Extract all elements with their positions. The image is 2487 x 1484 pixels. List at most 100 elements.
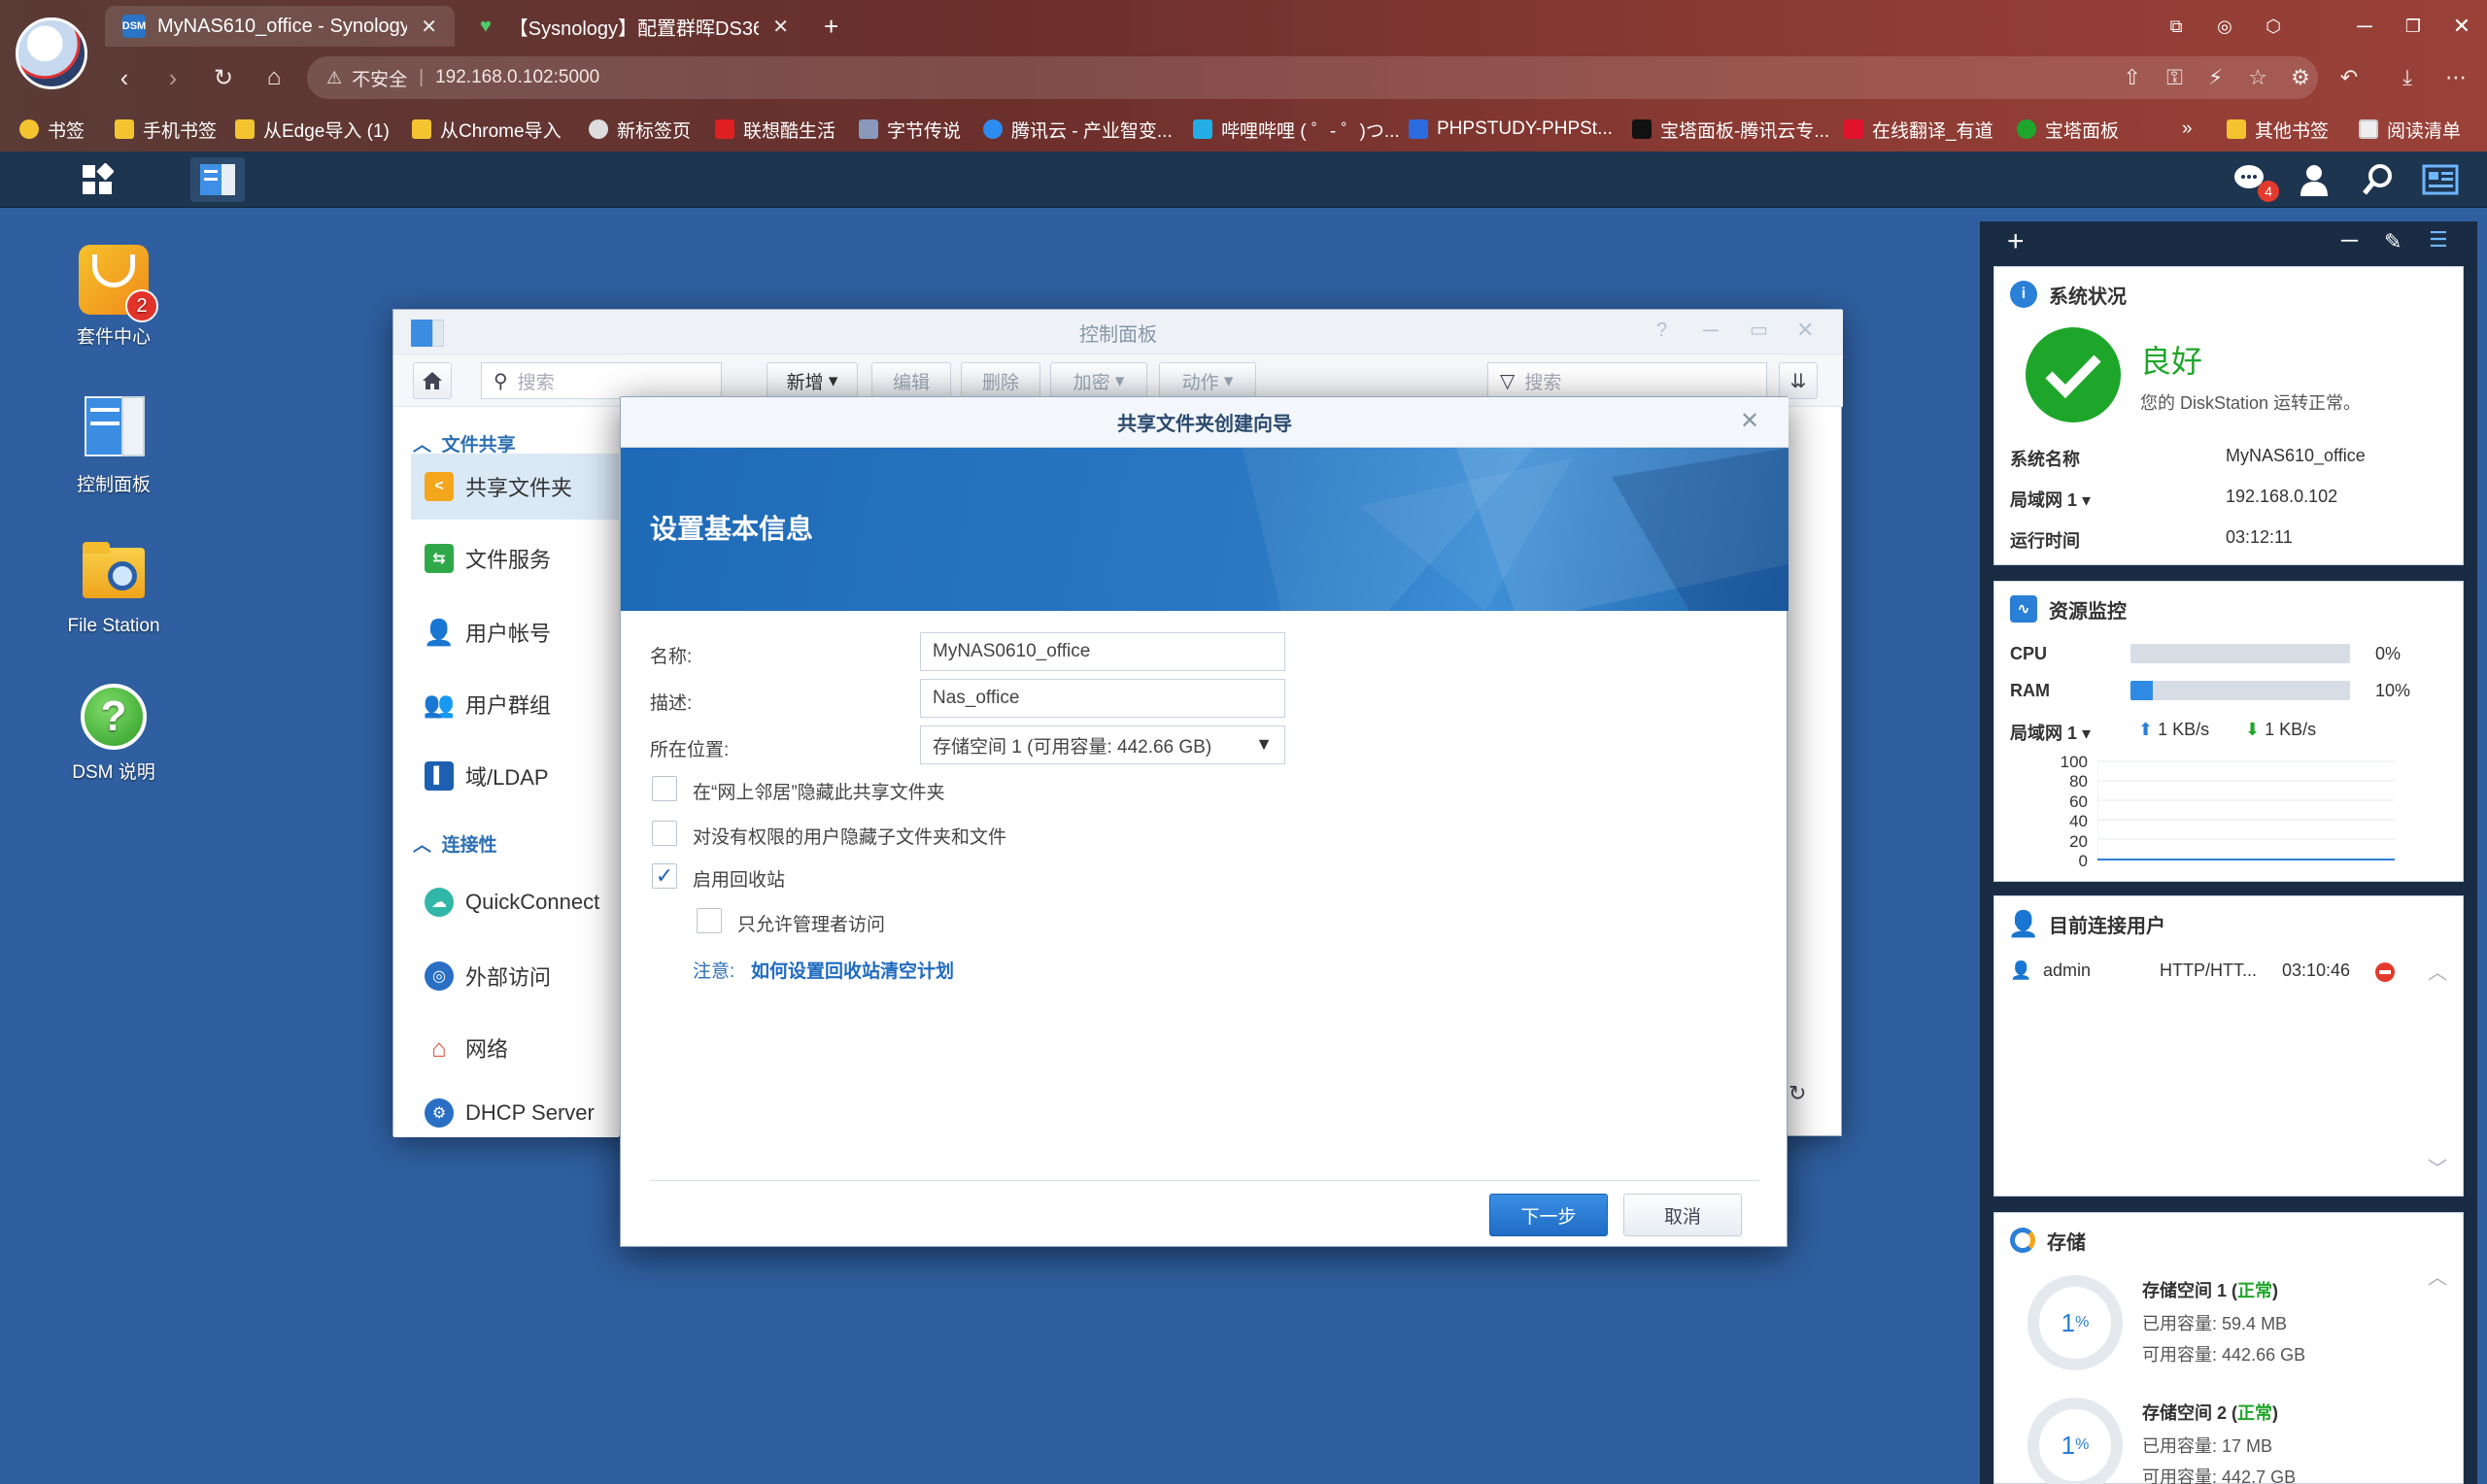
bookmark-item[interactable]: 其他书签 [2227, 115, 2329, 144]
scroll-up-icon[interactable]: ︿ [2428, 957, 2447, 985]
sidebar-item-dhcp[interactable]: ⚙ DHCP Server [411, 1089, 619, 1137]
sidebar-item-shared-folder[interactable]: < 共享文件夹 [411, 454, 619, 520]
collections-icon[interactable]: ⧉ [2157, 10, 2196, 43]
history-icon[interactable]: ↶ [2332, 60, 2367, 95]
close-window-icon[interactable]: ✕ [2442, 10, 2481, 43]
notifications-icon[interactable]: 4 [2225, 157, 2279, 202]
tab-favicon-icon: ♥ [479, 15, 492, 37]
minimize-window-icon[interactable]: ─ [1703, 318, 1719, 343]
admin-only-checkbox[interactable] [697, 908, 722, 933]
scroll-up-icon[interactable]: ︿ [2428, 1262, 2447, 1290]
sidebar-item-network[interactable]: ⌂ 网络 [411, 1015, 619, 1081]
pin-icon[interactable]: ✎ [2384, 229, 2402, 254]
sidebar-item-quickconnect[interactable]: ☁ QuickConnect [411, 869, 619, 935]
minimize-icon[interactable]: ─ [2345, 10, 2384, 43]
back-icon[interactable]: ‹ [107, 60, 142, 95]
new-button[interactable]: 新增 ▾ [767, 362, 858, 399]
description-field[interactable]: Nas_office [920, 679, 1285, 718]
filter-search-input[interactable]: ▽ 搜索 [1487, 362, 1767, 399]
maximize-window-icon[interactable]: ▭ [1750, 318, 1768, 342]
help-window-icon[interactable]: ? [1656, 320, 1667, 342]
delete-button[interactable]: 删除 [961, 362, 1040, 399]
recycle-bin-checkbox[interactable]: ✓ [652, 863, 677, 889]
bookmark-item[interactable]: 字节传说 [859, 115, 961, 144]
refresh-icon[interactable]: ↻ [1789, 1081, 1806, 1106]
close-window-icon[interactable]: ✕ [1796, 318, 1814, 343]
bookmark-item[interactable]: 哔哩哔哩 ( ゜- ゜)つ... [1193, 115, 1400, 144]
extension-icon[interactable]: ⬡ [2254, 10, 2293, 43]
next-button[interactable]: 下一步 [1489, 1194, 1608, 1236]
close-tab-icon[interactable]: ✕ [421, 15, 437, 39]
bookmark-item[interactable]: 手机书签 [115, 115, 217, 144]
home-icon[interactable]: ⌂ [256, 60, 291, 95]
bookmark-item[interactable]: 阅读清单 [2359, 115, 2461, 144]
cancel-button[interactable]: 取消 [1623, 1194, 1742, 1236]
sidebar-item-external-access[interactable]: ◎ 外部访问 [411, 943, 619, 1009]
section-connectivity[interactable]: ︿ 连接性 [413, 830, 497, 857]
widget-layout-icon[interactable]: ☰ [2429, 227, 2448, 253]
bookmark-item[interactable]: 宝塔面板-腾讯云专... [1632, 115, 1829, 144]
user-icon[interactable] [2287, 157, 2341, 202]
tab-sysnology[interactable]: ♥ 【Sysnology】配置群晖DS3615 ✕ [457, 6, 806, 47]
sidebar-item-user[interactable]: 👤 用户帐号 [411, 599, 619, 665]
security-label: 不安全 [352, 69, 408, 90]
add-widget-icon[interactable]: + [2007, 225, 2025, 258]
desktop-icon-file-station[interactable]: File Station [60, 538, 167, 637]
close-tab-icon[interactable]: ✕ [772, 15, 789, 39]
restore-icon[interactable]: ❐ [2394, 10, 2433, 43]
tab-dsm[interactable]: DSM MyNAS610_office - Synology D ✕ [105, 6, 455, 47]
search-icon[interactable] [2351, 157, 2405, 202]
widgets-toggle-icon[interactable] [2413, 157, 2468, 202]
desktop-icon-package-center[interactable]: 2 套件中心 [60, 245, 167, 349]
lan-selector[interactable]: 局域网 1 ▾ [2010, 720, 2091, 745]
hide-subfolders-checkbox[interactable] [652, 821, 677, 846]
bookmarks-overflow-button[interactable]: » [2182, 115, 2193, 144]
control-panel-taskbar-icon[interactable] [190, 157, 245, 202]
sidebar-item-domain-ldap[interactable]: ▌ 域/LDAP [411, 743, 619, 809]
wizard-title[interactable]: 共享文件夹创建向导 [621, 397, 1789, 448]
reload-icon[interactable]: ↻ [206, 60, 241, 95]
chart-y-axis: 100 80 60 40 20 0 [2060, 753, 2088, 871]
sidebar-item-group[interactable]: 👥 用户群组 [411, 671, 619, 737]
scroll-down-icon[interactable]: ﹀ [2428, 1153, 2447, 1181]
address-bar[interactable]: ⚠ 不安全 | 192.168.0.102:5000 ⇧⚿⚡☆ [307, 56, 2318, 99]
bookmark-item[interactable]: 腾讯云 - 产业智变... [983, 115, 1173, 144]
download-icon[interactable]: ⤓ [2390, 60, 2425, 95]
location-select[interactable]: 存储空间 1 (可用容量: 442.66 GB) ▼ [920, 725, 1285, 764]
bookmark-item[interactable]: 从Chrome导入 [412, 115, 562, 144]
more-icon[interactable]: ⋯ [2438, 60, 2473, 95]
extensions-icon[interactable]: ⚙ [2283, 60, 2318, 95]
bookmark-item[interactable]: 在线翻译_有道 [1844, 115, 1993, 144]
row-key[interactable]: 局域网 1 ▾ [2010, 487, 2091, 512]
bookmark-item[interactable]: 从Edge导入 (1) [235, 115, 390, 144]
control-panel-titlebar[interactable]: 控制面板 ? ─ ▭ ✕ [393, 310, 1843, 354]
recycle-schedule-link[interactable]: 如何设置回收站清空计划 [751, 957, 954, 983]
bookmark-item[interactable]: PHPSTUDY-PHPSt... [1409, 115, 1613, 144]
section-file-sharing[interactable]: ︿ 文件共享 [413, 430, 516, 456]
new-tab-button[interactable]: + [806, 6, 856, 47]
encrypt-button[interactable]: 加密 ▾ [1050, 362, 1147, 399]
name-field[interactable]: MyNAS0610_office [920, 632, 1285, 671]
resource-monitor-widget: ∿ 资源监控 CPU 0% RAM 10% 局域网 1 ▾ ⬆ 1 KB/s ⬇… [1993, 581, 2464, 882]
close-dialog-icon[interactable]: ✕ [1740, 407, 1759, 435]
collapse-widgets-icon[interactable]: ─ [2341, 227, 2358, 254]
bookmark-item[interactable]: 联想酷生活 [715, 115, 835, 144]
sort-button[interactable]: ⇊ [1779, 362, 1818, 399]
hide-network-checkbox[interactable] [652, 776, 677, 801]
disconnect-user-icon[interactable] [2375, 962, 2395, 982]
action-button[interactable]: 动作 ▾ [1159, 362, 1256, 399]
bookmark-item[interactable]: 新标签页 [589, 115, 691, 144]
desktop-icon-dsm-help[interactable]: ? DSM 说明 [60, 684, 167, 784]
folder-icon [235, 119, 255, 139]
edit-button[interactable]: 编辑 [871, 362, 951, 399]
address-actions-icon[interactable]: ⇧⚿⚡☆ [2124, 65, 2293, 90]
desktop-icon-control-panel[interactable]: 控制面板 [60, 392, 167, 496]
forward-icon[interactable]: › [155, 60, 190, 95]
sidebar-item-file-services[interactable]: ⇆ 文件服务 [411, 525, 619, 591]
bookmark-item[interactable]: 书签 [19, 115, 85, 144]
main-menu-icon[interactable] [70, 157, 124, 202]
vr-icon[interactable]: ◎ [2205, 10, 2244, 43]
bookmark-item[interactable]: 宝塔面板 [2017, 115, 2119, 144]
home-button[interactable] [413, 362, 452, 399]
sidebar-search-input[interactable]: ⚲ 搜索 [481, 362, 722, 399]
